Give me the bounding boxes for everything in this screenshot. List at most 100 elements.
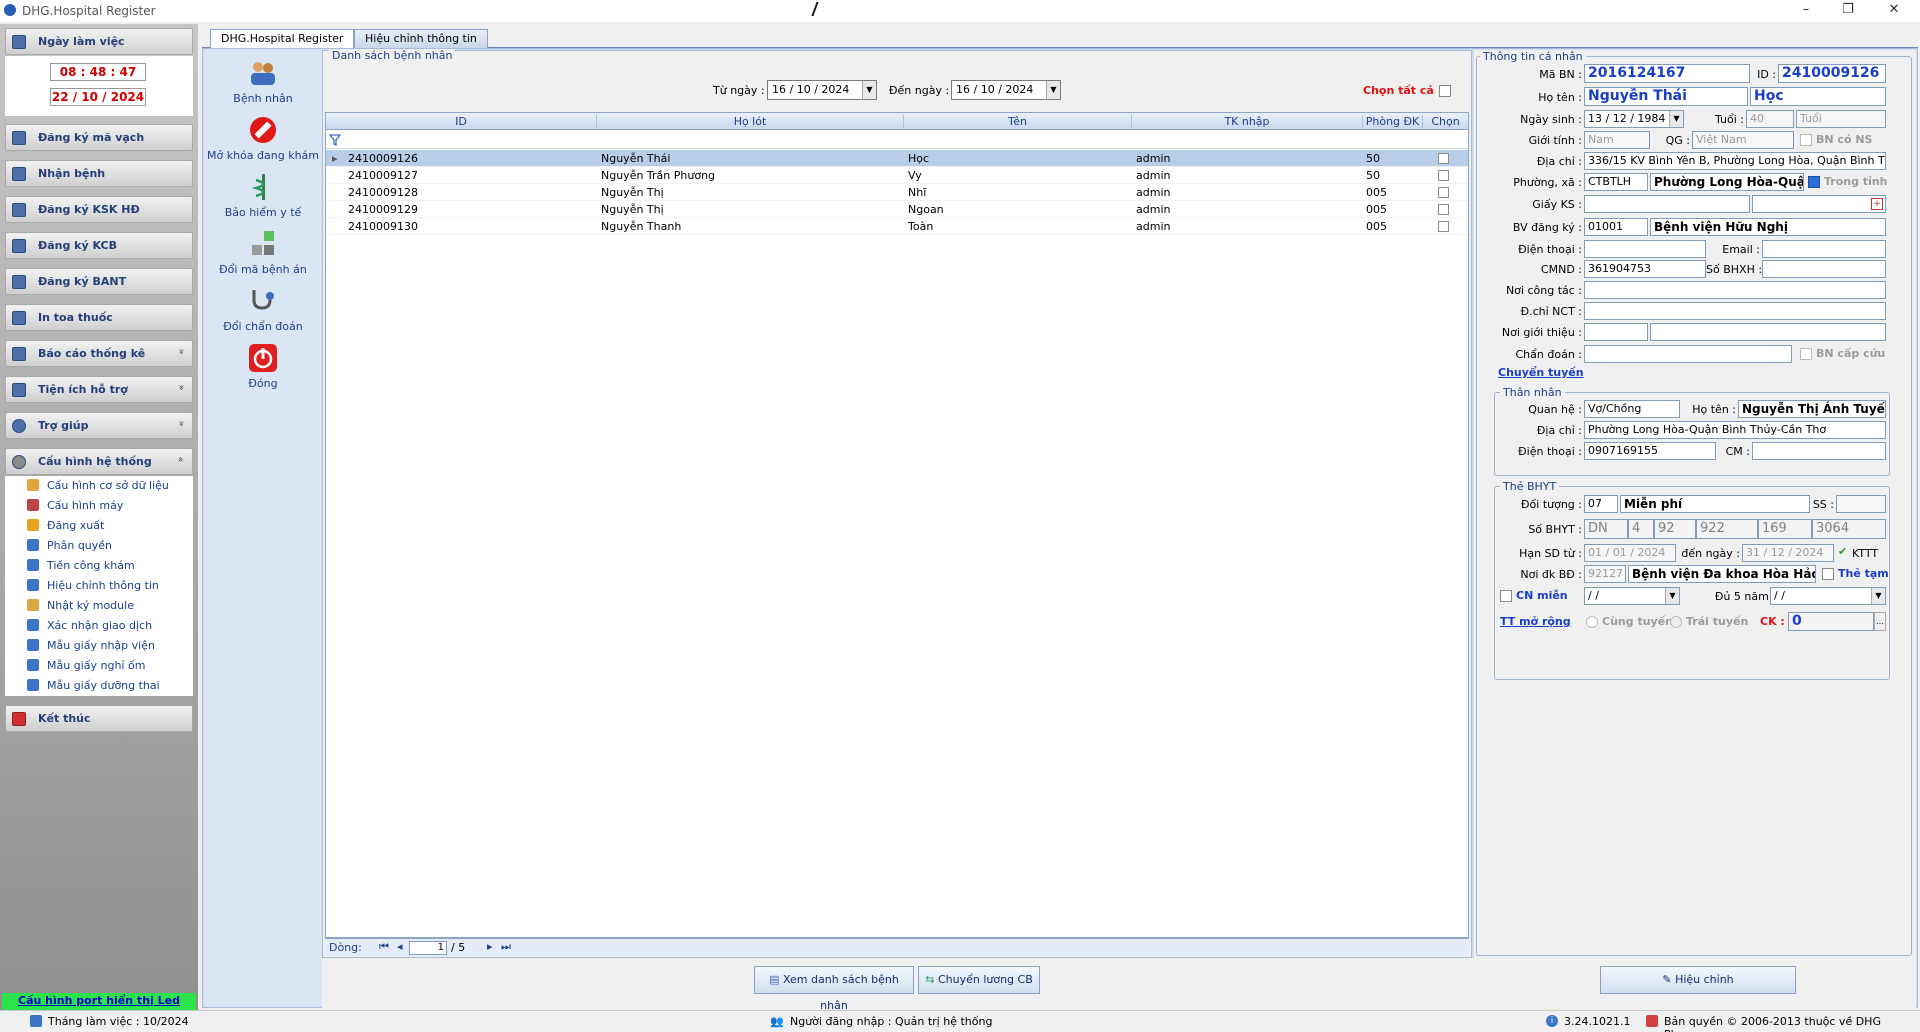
noi-gioi-thieu-field[interactable] [1650, 323, 1886, 341]
doi-ma-benh-an-button[interactable]: Đổi mã bệnh án [204, 227, 322, 283]
ho-field[interactable]: Nguyễn Thái [1584, 87, 1748, 106]
sidebar-group-bao-cao[interactable]: Báo cáo thống kê » [5, 340, 193, 367]
tu-ngay-field[interactable]: 16 / 10 / 2024 ▼ [767, 80, 877, 100]
cn-mien-checkbox[interactable] [1500, 590, 1512, 602]
bao-hiem-button[interactable]: Bảo hiểm y tế [204, 170, 322, 226]
han-tu-field[interactable]: 01 / 01 / 2024 [1584, 544, 1676, 562]
so-bhyt-part-2[interactable]: 4 [1628, 519, 1654, 539]
noi-cong-tac-field[interactable] [1584, 281, 1886, 299]
first-page-icon[interactable]: ⏮ [379, 940, 389, 954]
xem-danh-sach-button[interactable]: ▤ Xem danh sách bệnh nhân [754, 966, 914, 1012]
id-field[interactable]: 2410009126 [1778, 64, 1886, 83]
sidebar-group-dang-ky-ma-vach[interactable]: Đăng ký mã vạch [5, 124, 193, 151]
table-row[interactable]: 2410009129 Nguyễn Thị Ngoan admin 005 [326, 201, 1468, 218]
phuong-xa-field[interactable]: Phường Long Hòa-Quận Bì [1650, 173, 1804, 191]
qg-select[interactable]: Việt Nam [1692, 131, 1794, 149]
filter-row[interactable] [326, 131, 1468, 149]
noi-gioi-thieu-code-field[interactable] [1584, 323, 1648, 341]
chevron-down-icon[interactable]: ▼ [862, 81, 876, 99]
sidebar-group-tro-giup[interactable]: Trợ giúp » [5, 412, 193, 439]
sidebar-group-ket-thuc[interactable]: Kết thúc [5, 705, 193, 732]
dia-chi-field[interactable]: 336/15 KV Bình Yên B, Phường Long Hòa, Q… [1584, 152, 1886, 170]
noi-dk-code-field[interactable]: 92127 [1584, 565, 1626, 583]
sidebar-group-in-toa-thuoc[interactable]: In toa thuốc [5, 304, 193, 331]
col-tk-nhap[interactable]: TK nhập [1131, 115, 1362, 128]
tab-hieu-chinh[interactable]: Hiệu chỉnh thông tin [354, 29, 488, 48]
giay-ks-field[interactable] [1584, 195, 1750, 213]
chevron-down-icon[interactable]: ▼ [1871, 588, 1885, 604]
chevron-down-icon[interactable]: ▼ [1046, 81, 1060, 99]
tuoi-field[interactable]: 40 [1746, 110, 1794, 128]
col-ten[interactable]: Tên [903, 115, 1131, 128]
so-bhxh-field[interactable] [1762, 260, 1886, 278]
so-bhyt-part-5[interactable]: 169 [1758, 519, 1812, 539]
benh-nhan-button[interactable]: Bệnh nhân [204, 56, 322, 112]
bv-name-field[interactable]: Bệnh viện Hữu Nghị [1650, 218, 1886, 236]
du-5-nam-field[interactable]: / / ▼ [1770, 587, 1886, 605]
sidebar-group-dang-ky-ksk[interactable]: Đăng ký KSK HĐ [5, 196, 193, 223]
so-bhyt-part-4[interactable]: 922 [1696, 519, 1758, 539]
than-nhan-dien-thoai-field[interactable]: 0907169155 [1584, 442, 1716, 460]
ss-select[interactable] [1836, 495, 1886, 513]
menu-item-mau-nhap-vien[interactable]: Mẫu giấy nhập viện [5, 636, 193, 656]
trai-tuyen-radio[interactable] [1670, 616, 1682, 628]
dong-button[interactable]: Đóng [204, 341, 322, 397]
row-select-checkbox[interactable] [1438, 170, 1449, 181]
mo-khoa-button[interactable]: Mở khóa đang khám [204, 113, 322, 169]
ma-bn-field[interactable]: 2016124167 [1584, 64, 1750, 83]
sidebar-group-ngay-lam-viec[interactable]: Ngày làm việc [5, 28, 193, 55]
sidebar-group-tien-ich[interactable]: Tiện ích hỗ trợ » [5, 376, 193, 403]
chevron-down-icon[interactable]: » [175, 420, 186, 426]
restore-button[interactable]: ❐ [1830, 0, 1866, 22]
menu-item-cau-hinh-may[interactable]: Cấu hình máy [5, 496, 193, 516]
chon-tat-ca-checkbox[interactable] [1439, 85, 1451, 97]
tab-main[interactable]: DHG.Hospital Register [210, 29, 355, 48]
hieu-chinh-button[interactable]: ✎ Hiệu chỉnh [1600, 966, 1796, 994]
row-select-checkbox[interactable] [1438, 204, 1449, 215]
close-button[interactable]: ✕ [1876, 0, 1912, 22]
than-nhan-cm-field[interactable] [1752, 442, 1886, 460]
chevron-down-icon[interactable]: » [175, 348, 186, 354]
row-select-checkbox[interactable] [1438, 221, 1449, 232]
den-ngay-field[interactable]: 16 / 10 / 2024 ▼ [951, 80, 1061, 100]
phuong-xa-code-field[interactable]: CTBTLH [1584, 173, 1648, 191]
doi-tuong-field[interactable]: Miễn phí [1620, 495, 1810, 513]
so-bhyt-part-1[interactable]: DN [1584, 519, 1628, 539]
chevron-down-icon[interactable]: » [175, 384, 186, 390]
kttt-label[interactable]: KTTT [1852, 547, 1878, 560]
sidebar-group-dang-ky-bant[interactable]: Đăng ký BANT [5, 268, 193, 295]
ten-field[interactable]: Học [1750, 87, 1886, 106]
filter-icon[interactable] [329, 134, 341, 146]
menu-item-dang-xuat[interactable]: Đăng xuất [5, 516, 193, 536]
table-row[interactable]: 2410009128 Nguyễn Thị Nhĩ admin 005 [326, 184, 1468, 201]
trong-tinh-checkbox[interactable] [1808, 176, 1820, 188]
gioi-tinh-select[interactable]: Nam [1584, 131, 1650, 149]
chuyen-luong-button[interactable]: ⇆ Chuyển lương CB [918, 966, 1040, 994]
than-nhan-ho-ten-field[interactable]: Nguyễn Thị Ánh Tuyến [1738, 400, 1886, 418]
menu-item-cau-hinh-csdl[interactable]: Cấu hình cơ sở dữ liệu [5, 476, 193, 496]
the-tam-checkbox[interactable] [1822, 568, 1834, 580]
col-phong-dk[interactable]: Phòng ĐK [1362, 115, 1422, 128]
led-config-link[interactable]: Cấu hình port hiển thị Led [2, 993, 196, 1010]
minimize-button[interactable]: – [1788, 0, 1824, 22]
menu-item-nhat-ky[interactable]: Nhật ký module [5, 596, 193, 616]
dien-thoai-field[interactable] [1584, 240, 1706, 258]
row-select-checkbox[interactable] [1438, 153, 1449, 164]
menu-item-mau-duong-thai[interactable]: Mẫu giấy dưỡng thai [5, 676, 193, 696]
noi-dk-field[interactable]: Bệnh viện Đa khoa Hòa Hảo - M [1628, 565, 1816, 583]
sidebar-group-nhan-benh[interactable]: Nhận bệnh [5, 160, 193, 187]
tuoi-unit-select[interactable]: Tuổi [1796, 110, 1886, 128]
next-page-icon[interactable]: ▸ [487, 940, 493, 953]
bn-co-ns-checkbox[interactable] [1800, 134, 1812, 146]
han-den-field[interactable]: 31 / 12 / 2024 [1742, 544, 1834, 562]
cn-mien-field[interactable]: / / ▼ [1584, 587, 1680, 605]
prev-page-icon[interactable]: ◂ [397, 940, 403, 953]
email-field[interactable] [1762, 240, 1886, 258]
table-row[interactable]: 2410009130 Nguyễn Thanh Toàn admin 005 [326, 218, 1468, 235]
bv-code-field[interactable]: 01001 [1584, 218, 1648, 236]
doi-tuong-code-field[interactable]: 07 [1584, 495, 1618, 513]
row-select-checkbox[interactable] [1438, 187, 1449, 198]
pager-current-input[interactable]: 1 [409, 941, 447, 955]
tt-mo-rong-link[interactable]: TT mở rộng [1500, 615, 1571, 628]
dchi-nct-field[interactable] [1584, 302, 1886, 320]
